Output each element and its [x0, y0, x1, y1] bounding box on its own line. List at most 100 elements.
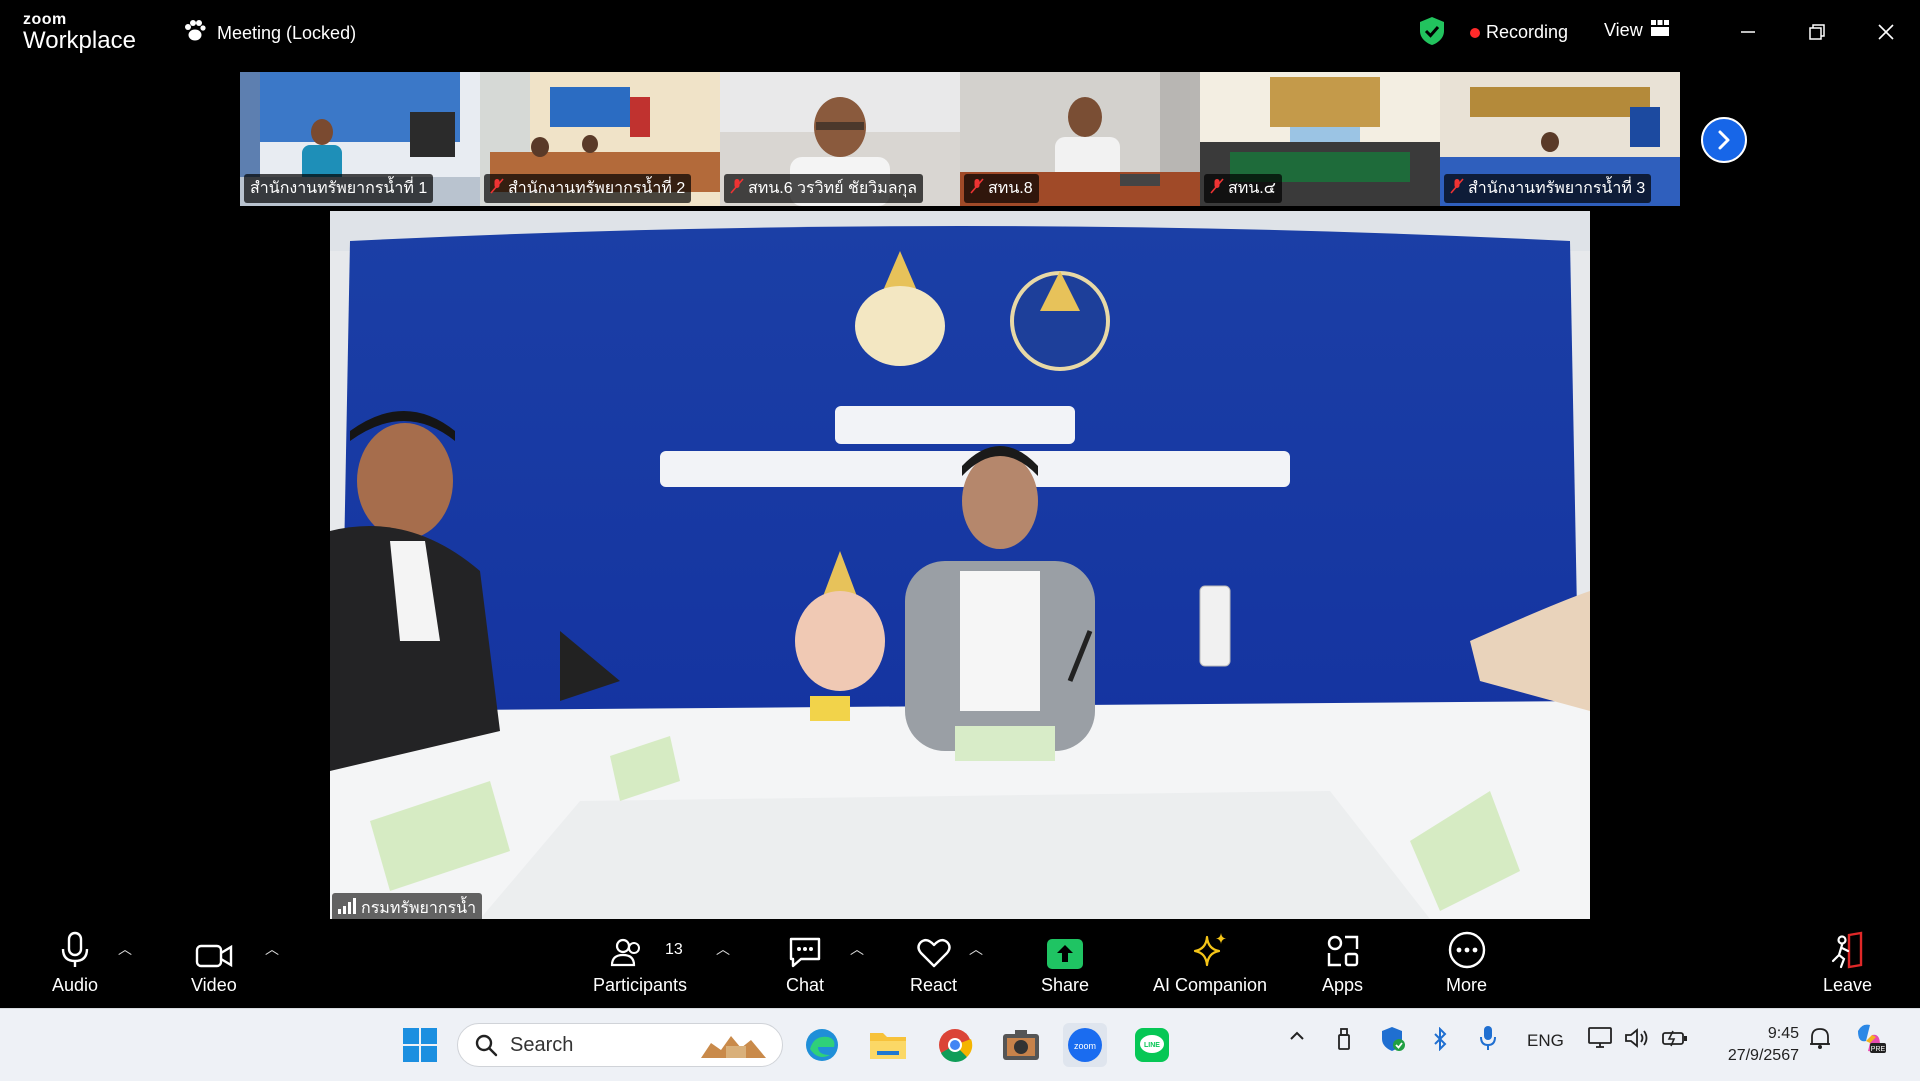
security-shield-icon[interactable] [1380, 1025, 1406, 1058]
taskbar-zoom[interactable]: zoom [1063, 1023, 1107, 1067]
chat-button[interactable]: Chat [786, 929, 824, 996]
react-options-caret[interactable]: ︿ [969, 939, 983, 959]
leave-label: Leave [1823, 975, 1873, 995]
system-clock[interactable]: 9:45 27/9/2567 [1711, 1023, 1799, 1067]
participants-label: Participants [593, 975, 688, 995]
microphone-icon [60, 929, 90, 969]
camera-icon [195, 929, 233, 969]
clock-time: 9:45 [1767, 1025, 1799, 1042]
react-label: React [910, 975, 958, 995]
view-label: View [1604, 20, 1643, 40]
taskbar-search[interactable]: Search [457, 1023, 783, 1067]
more-label: More [1446, 975, 1488, 995]
network-icon[interactable] [1588, 1027, 1614, 1054]
ai-companion-button[interactable]: AI Companion [1153, 929, 1267, 996]
chat-icon [787, 929, 823, 969]
apps-button[interactable]: Apps [1322, 929, 1363, 996]
grid-icon [1650, 20, 1669, 41]
participants-options-caret[interactable]: ︿ [716, 939, 730, 959]
shield-icon[interactable] [1418, 16, 1446, 51]
recording-label: Recording [1486, 22, 1569, 42]
language-indicator[interactable]: ENG [1527, 1031, 1564, 1051]
sparkle-icon [1191, 929, 1229, 969]
close-button[interactable] [1866, 14, 1906, 50]
audio-label: Audio [52, 975, 99, 995]
next-page-button[interactable] [1701, 117, 1747, 163]
participant-name: สทน.8 [988, 180, 1033, 197]
leave-button[interactable]: Leave [1823, 929, 1872, 996]
chevron-up-icon[interactable] [1288, 1027, 1306, 1050]
svg-text:zoom: zoom [1074, 1041, 1096, 1051]
signal-strength-icon [338, 898, 356, 919]
participant-label: สทน.๔ [1204, 174, 1282, 203]
mic-muted-icon [1450, 178, 1464, 199]
active-speaker-video [330, 211, 1590, 919]
recording-indicator[interactable]: Recording [1470, 22, 1568, 43]
search-highlight-icon [701, 1036, 766, 1058]
participant-label: สทน.8 [964, 174, 1039, 203]
windows-start-button[interactable] [398, 1023, 442, 1067]
microphone-tray-icon[interactable] [1479, 1025, 1497, 1056]
participant-tile[interactable]: สทน.6 วรวิทย์ ชัยวิมลกุล [720, 72, 960, 206]
video-button[interactable]: Video [191, 929, 237, 996]
taskbar-chrome[interactable] [933, 1023, 977, 1067]
taskbar-file-explorer[interactable] [866, 1023, 910, 1067]
audio-options-caret[interactable]: ︿ [118, 939, 132, 959]
participant-strip: สำนักงานทรัพยากรน้ำที่ 1 สำนักงานทรัพยาก… [240, 72, 1680, 206]
windows-taskbar: Search zoom LINE ENG 9:45 27/9/2567 PRE [0, 1008, 1920, 1081]
windows-logo-icon [403, 1028, 437, 1062]
more-button[interactable]: More [1446, 929, 1487, 996]
participants-icon [607, 929, 673, 969]
participant-label: สำนักงานทรัพยากรน้ำที่ 1 [244, 174, 434, 203]
video-label: Video [191, 975, 237, 995]
notification-bell-icon[interactable] [1808, 1025, 1832, 1056]
participant-tile[interactable]: สทน.๔ [1200, 72, 1440, 206]
share-screen-icon [1047, 929, 1084, 969]
participant-tile[interactable]: สำนักงานทรัพยากรน้ำที่ 3 [1440, 72, 1680, 206]
participant-name: สำนักงานทรัพยากรน้ำที่ 3 [1468, 180, 1646, 197]
video-feed [330, 211, 1590, 919]
chevron-right-icon [1718, 130, 1730, 150]
restore-icon [1809, 24, 1825, 40]
participant-label: สำนักงานทรัพยากรน้ำที่ 2 [484, 174, 692, 203]
participant-tile[interactable]: สทน.8 [960, 72, 1200, 206]
close-icon [1878, 24, 1894, 40]
camera-app-icon [1003, 1030, 1039, 1060]
react-button[interactable]: React [910, 929, 957, 996]
participant-tile[interactable]: สำนักงานทรัพยากรน้ำที่ 1 [240, 72, 480, 206]
meeting-info[interactable]: Meeting (Locked) [183, 20, 356, 47]
video-options-caret[interactable]: ︿ [265, 939, 279, 959]
title-bar: zoom Workplace Meeting (Locked) Recordin… [0, 0, 1920, 66]
bluetooth-icon[interactable] [1432, 1026, 1448, 1056]
minimize-button[interactable] [1728, 14, 1768, 50]
zoom-app-icon: zoom [1068, 1028, 1102, 1062]
mic-muted-icon [490, 178, 504, 199]
battery-icon[interactable] [1662, 1027, 1688, 1054]
restore-button[interactable] [1797, 14, 1837, 50]
participant-tile[interactable]: สำนักงานทรัพยากรน้ำที่ 2 [480, 72, 720, 206]
chat-options-caret[interactable]: ︿ [850, 939, 864, 959]
recording-dot-icon [1470, 27, 1480, 38]
copilot-icon[interactable]: PRE [1852, 1021, 1886, 1060]
speaker-name: กรมทรัพยากรน้ำ [361, 900, 477, 917]
apps-label: Apps [1322, 975, 1364, 995]
participant-name: สำนักงานทรัพยากรน้ำที่ 1 [250, 180, 428, 197]
svg-text:PRE: PRE [1871, 1046, 1886, 1053]
mic-muted-icon [970, 178, 984, 199]
brand-top: zoom [23, 11, 67, 28]
taskbar-camera-app[interactable] [999, 1023, 1043, 1067]
share-button[interactable]: Share [1041, 929, 1089, 996]
audio-button[interactable]: Audio [52, 929, 98, 996]
leave-door-icon [1829, 929, 1867, 969]
taskbar-edge[interactable] [800, 1023, 844, 1067]
svg-text:LINE: LINE [1144, 1042, 1160, 1049]
volume-icon[interactable] [1624, 1027, 1650, 1054]
usb-device-icon[interactable] [1336, 1027, 1352, 1056]
view-button[interactable]: View [1604, 20, 1669, 41]
minimize-icon [1741, 31, 1755, 33]
participant-label: สทน.6 วรวิทย์ ชัยวิมลกุล [724, 174, 924, 203]
participant-name: สทน.๔ [1228, 180, 1276, 197]
search-icon [475, 1034, 498, 1057]
taskbar-line[interactable]: LINE [1130, 1023, 1174, 1067]
participants-button[interactable]: Participants [593, 929, 687, 996]
